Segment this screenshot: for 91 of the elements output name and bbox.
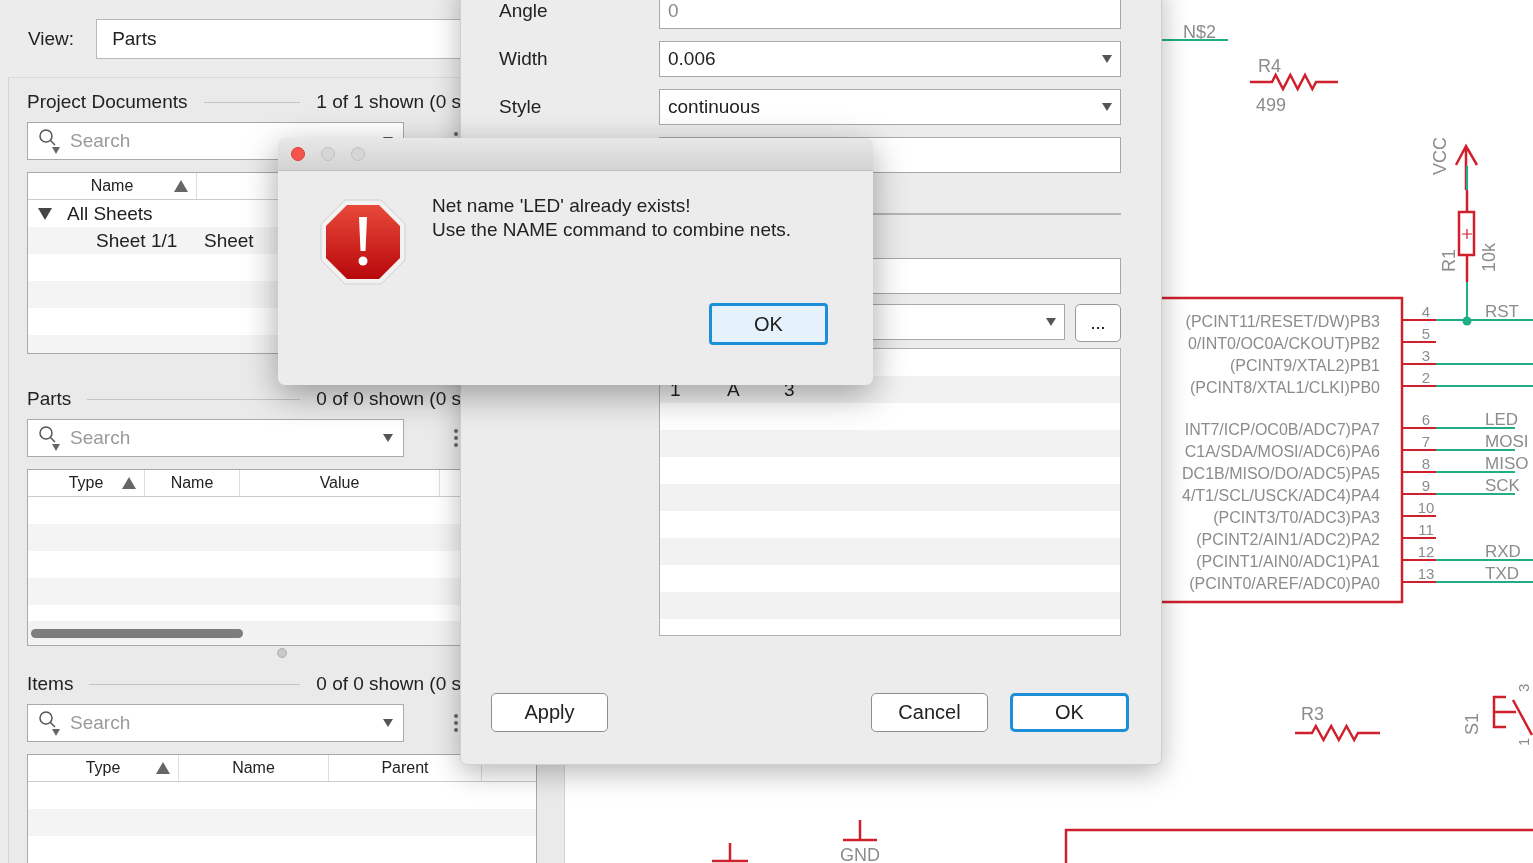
pin-name: (PCINT11/RESET/DW)PB3 [1185, 313, 1380, 330]
item-count: 0 of 0 shown (0 s [316, 673, 461, 695]
tree-item[interactable]: Sheet 1/1 [96, 229, 204, 252]
caret-icon [1102, 55, 1112, 63]
ok-button[interactable]: OK [709, 303, 828, 345]
column-header[interactable]: Name [179, 755, 329, 781]
pin-number: 12 [1417, 543, 1435, 560]
tree-item[interactable]: All Sheets [67, 202, 153, 225]
ground-symbol [710, 841, 750, 863]
browse-button[interactable]: ... [1075, 304, 1121, 342]
pin-number: 11 [1418, 521, 1434, 538]
supply-arrow-icon [1454, 143, 1479, 192]
dropdown[interactable]: continuous [659, 89, 1121, 125]
caret-icon [383, 434, 393, 442]
component-label: R3 [1301, 704, 1324, 724]
field-label: Style [499, 96, 543, 118]
dialog-button[interactable]: OK [1010, 693, 1129, 732]
pin-number: 4 [1421, 303, 1431, 320]
table-cell: Sheet [204, 229, 254, 252]
pin-name: INT7/ICP/OC0B/ADC7)PA7 [1184, 421, 1380, 438]
column-header[interactable]: Name [28, 173, 197, 199]
pin-name: (PCINT9/XTAL2)PB1 [1230, 357, 1380, 374]
pin-number: 7 [1421, 433, 1431, 450]
net-label: TXD [1485, 564, 1519, 583]
pin-number: 8 [1421, 455, 1431, 472]
dialog-button[interactable]: Apply [491, 693, 608, 732]
view-label: View: [28, 27, 75, 50]
net-label: SCK [1485, 476, 1520, 495]
component-label: R4 [1258, 56, 1281, 76]
column-header[interactable]: Value [240, 470, 440, 496]
pin-name: (PCINT2/AIN1/ADC2)PA2 [1196, 531, 1380, 548]
close-button[interactable] [291, 147, 305, 161]
component-value: 10k [1479, 242, 1499, 272]
supply-label: GND [840, 845, 880, 863]
sort-ascending-icon [174, 180, 188, 192]
section-title: Project Documents [27, 91, 188, 113]
net-label: RST [1485, 302, 1519, 321]
pin-name: 0/INT0/OC0A/CKOUT)PB2 [1187, 335, 1380, 352]
more-options-icon[interactable] [454, 429, 458, 447]
column-header[interactable]: Name [145, 470, 240, 496]
net-label: MISO [1485, 454, 1529, 473]
pin-name: C1A/SDA/MOSI/ADC6)PA6 [1184, 443, 1380, 460]
caret-icon [1102, 103, 1112, 111]
supply-label: VCC [1430, 137, 1450, 175]
pin-name: 4/T1/SCL/USCK/ADC4)PA4 [1182, 487, 1380, 504]
scrollbar-thumb[interactable] [31, 628, 243, 638]
wire [1466, 165, 1468, 191]
component-label: S1 [1462, 712, 1482, 735]
alert-message: Net name 'LED' already exists! Use the NAME command to combine nets. [432, 194, 792, 242]
net-label: MOSI [1485, 432, 1529, 451]
section-title: Parts [27, 388, 72, 410]
stop-sign-icon [320, 199, 406, 285]
item-count: 1 of 1 shown (0 s [316, 91, 461, 113]
net-label: N$2 [1183, 22, 1217, 42]
search-placeholder: Search [70, 712, 131, 734]
sort-ascending-icon [122, 477, 136, 489]
pin-number: 10 [1417, 499, 1435, 516]
column-header[interactable]: Type [28, 470, 145, 496]
disclosure-triangle-icon[interactable] [38, 206, 52, 221]
search-placeholder: Search [70, 427, 131, 449]
dropdown[interactable]: 0.006 [659, 41, 1121, 77]
net-label: RXD [1485, 542, 1521, 561]
sort-ascending-icon [156, 762, 170, 774]
pin-name: (PCINT0/AREF/ADC0)PA0 [1189, 575, 1380, 592]
pin-name: (PCINT8/XTAL1/CLKI)PB0 [1190, 379, 1380, 396]
section-title: Items [27, 673, 74, 695]
item-count: 0 of 0 shown (0 s [316, 388, 461, 410]
pin-number: 6 [1421, 411, 1431, 428]
caret-icon [1046, 318, 1056, 326]
pin-name: DC1B/MISO/DO/ADC5)PA5 [1182, 465, 1380, 482]
pin-name: (PCINT1/AIN0/ADC1)PA1 [1196, 553, 1380, 570]
pin-number: 1 [1515, 737, 1532, 746]
pin-number: 5 [1421, 325, 1431, 342]
caret-icon [383, 719, 393, 727]
component-value: 499 [1256, 95, 1287, 115]
net-label: LED [1485, 410, 1519, 429]
dialog-button[interactable]: Cancel [871, 693, 988, 732]
column-header[interactable]: Type [28, 755, 179, 781]
pin-number: 3 [1421, 347, 1431, 364]
pin-number: 2 [1421, 369, 1431, 386]
more-options-icon[interactable] [454, 714, 458, 732]
component-label: R1 [1439, 249, 1459, 272]
search-placeholder: Search [70, 130, 131, 152]
splitter-handle[interactable] [277, 648, 287, 658]
pin-number: 3 [1515, 683, 1532, 692]
pin-number: 13 [1417, 565, 1435, 582]
switch-symbol [1492, 695, 1533, 737]
text-field[interactable]: 0 [659, 0, 1121, 29]
pin-number: 9 [1421, 477, 1431, 494]
ground-symbol [841, 818, 879, 842]
pin-name: (PCINT3/T0/ADC3)PA3 [1213, 509, 1380, 526]
